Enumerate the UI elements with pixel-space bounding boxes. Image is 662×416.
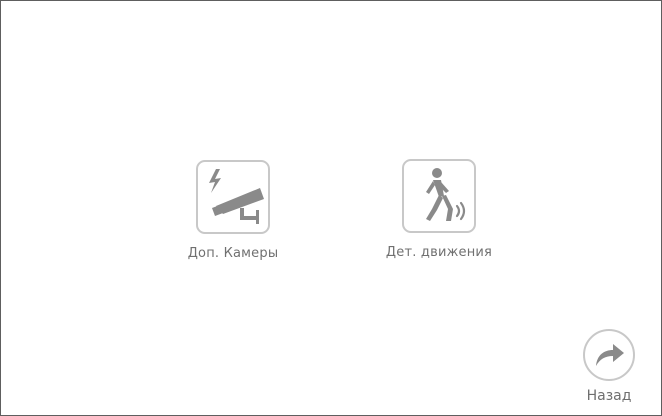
motion-detection-label: Дет. движения <box>385 245 493 260</box>
extra-cameras-label: Доп. Камеры <box>187 246 279 261</box>
walking-person-motion-icon <box>426 168 466 221</box>
forward-arrow-icon <box>596 344 624 366</box>
extra-cameras-tile-frame[interactable] <box>196 160 270 234</box>
extra-cameras-button[interactable]: Доп. Камеры <box>173 160 293 261</box>
back-button[interactable]: Назад <box>577 329 641 404</box>
cctv-camera-icon <box>209 169 264 224</box>
back-label: Назад <box>586 388 632 404</box>
screen: Доп. Камеры Дет. движения Назад <box>0 0 662 416</box>
motion-detection-tile-frame[interactable] <box>402 159 476 233</box>
motion-detection-button[interactable]: Дет. движения <box>369 159 509 260</box>
back-circle[interactable] <box>583 329 635 381</box>
